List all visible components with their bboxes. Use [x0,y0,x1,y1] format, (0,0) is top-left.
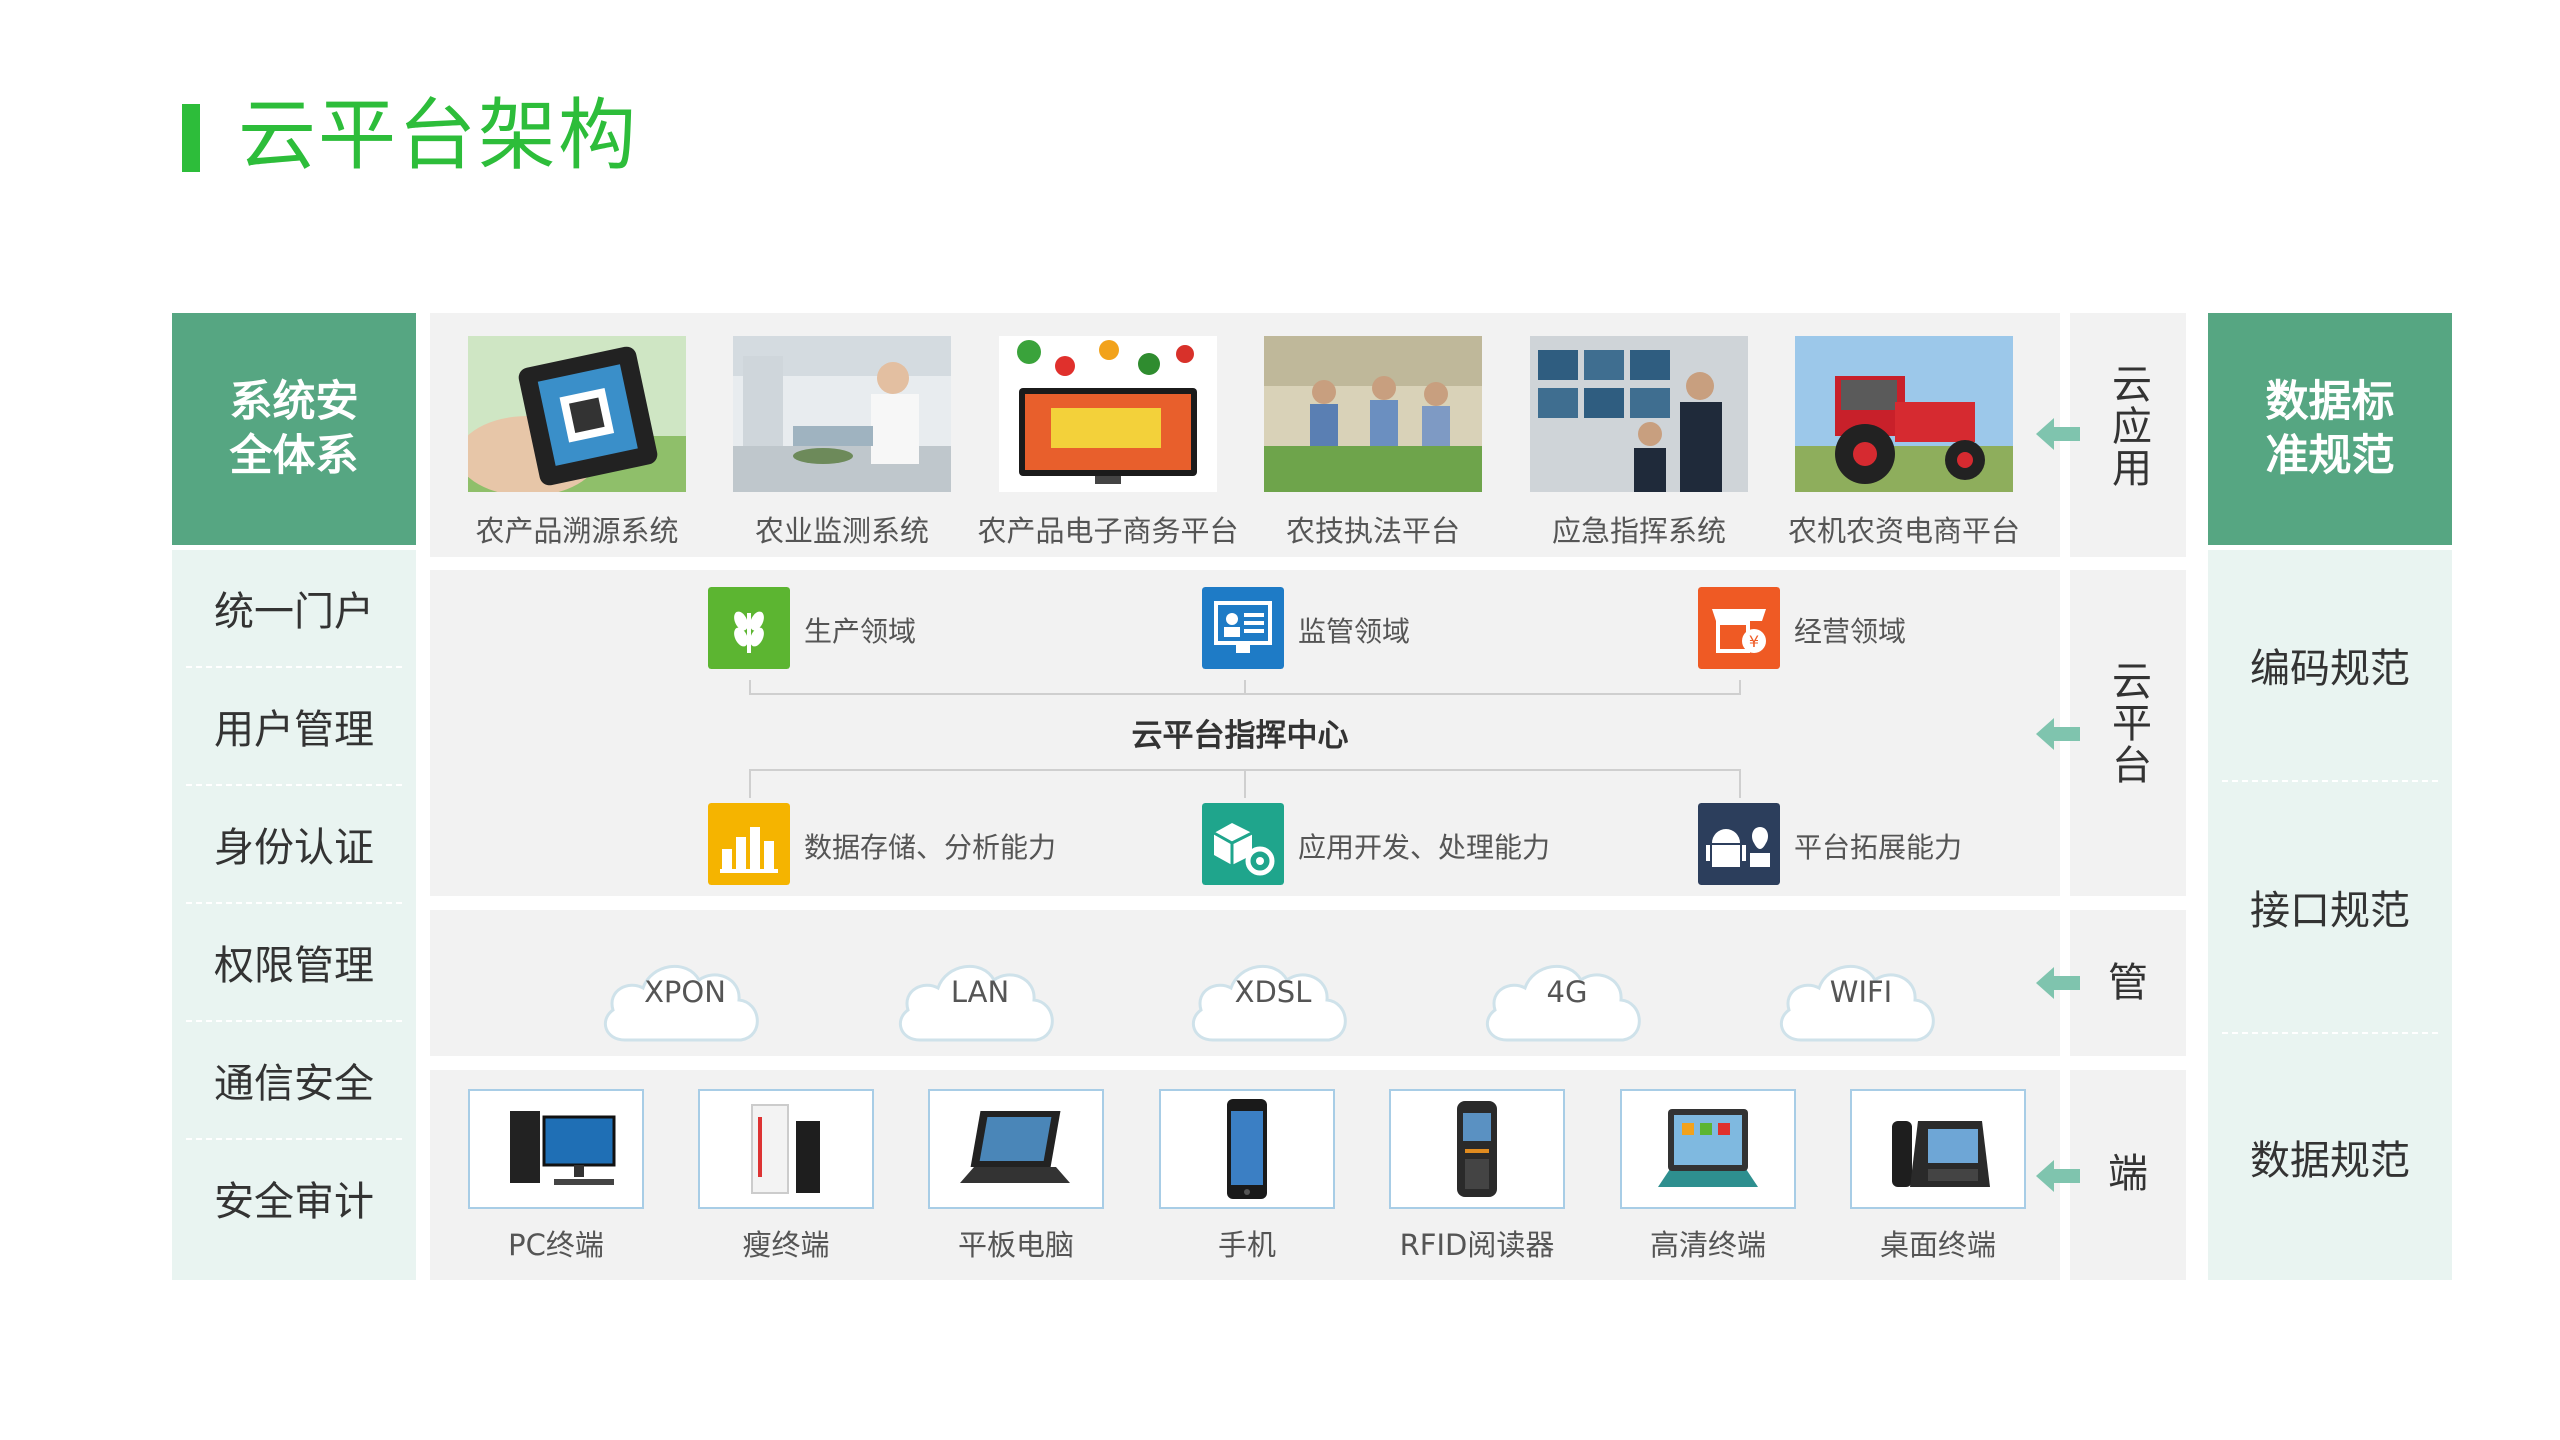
pf-label-app-development: 应用开发、处理能力 [1298,831,1551,864]
terminal-layer-box: 端 [2070,1070,2186,1280]
security-item-auth: 身份认证 [214,825,374,871]
layer-label-pipe: 管 [2108,960,2148,1006]
tablet-keyboard-icon [960,1111,1070,1183]
arrow-left-icon [2036,967,2080,999]
smartphone-icon [1227,1099,1267,1199]
lab-photo [733,336,951,492]
app-label-monitoring: 农业监测系统 [754,514,929,548]
arrow-left-icon [2036,1160,2080,1192]
device-tablet [928,1089,1104,1209]
layer-label-platform-text: 云平台 [2105,660,2151,786]
security-header: 系统安 全体系 [172,313,416,545]
layer-label-app: 云应用 [2070,363,2186,500]
app-label-machinery-ecommerce: 农机农资电商平台 [1787,514,2020,548]
desk-phone-icon [1892,1121,1990,1187]
pf-label-supervision: 监管领域 [1298,615,1411,648]
cloud-app-layer-box: 云应用 [2070,313,2186,557]
device-hd-terminal [1620,1089,1796,1209]
cube-gear-icon [1202,803,1284,885]
device-label-thin-client: 瘦终端 [742,1228,830,1262]
standards-header-line-1: 数据标 [2265,377,2395,427]
network-label-lan: LAN [950,975,1010,1009]
control-room-photo [1530,336,1748,492]
standard-item-data: 数据规范 [2250,1138,2410,1184]
bar-chart-icon [708,803,790,885]
network-layer-box: 管 [2070,910,2186,1056]
security-item-audit: 安全审计 [214,1179,374,1225]
security-item-user-mgmt: 用户管理 [214,707,374,753]
standard-item-interface: 接口规范 [2250,888,2410,934]
pf-label-production: 生产领域 [804,615,917,648]
layer-label-platform: 云平台 [2070,660,2186,797]
device-desk-terminal [1850,1089,2026,1209]
layer-label-terminal: 端 [2108,1151,2148,1197]
arrow-left-icon [2036,418,2080,450]
wheat-icon [708,587,790,669]
standards-header-line-2: 准规范 [2265,431,2395,481]
thin-client-icon [751,1104,820,1194]
standards-header: 数据标 准规范 [2208,313,2452,545]
app-label-traceability: 农产品溯源系统 [475,514,679,548]
desktop-pc-icon [510,1111,616,1185]
market-inspection-photo [1264,336,1482,492]
layer-label-app-text: 云应用 [2105,363,2151,489]
device-label-hd-terminal: 高清终端 [1649,1228,1766,1262]
title-accent-bar [182,104,200,172]
app-label-emergency: 应急指挥系统 [1551,514,1726,548]
network-label-4g: 4G [1546,975,1588,1009]
android-apple-icon [1698,803,1780,885]
device-phone [1159,1089,1335,1209]
rfid-reader-icon [1457,1101,1497,1197]
standards-items-column: 编码规范 接口规范 数据规范 [2208,550,2452,1280]
device-label-desk-terminal: 桌面终端 [1879,1228,1996,1262]
page-title: 云平台架构 [238,91,639,181]
shop-icon: ¥ [1698,587,1780,669]
standard-item-encoding: 编码规范 [2250,646,2410,692]
pf-label-operation: 经营领域 [1794,615,1907,648]
device-label-pc: PC终端 [508,1228,604,1262]
network-label-wifi: WIFI [1829,975,1893,1009]
device-thin-client [698,1089,874,1209]
network-label-xdsl: XDSL [1234,975,1312,1009]
pf-label-data-storage: 数据存储、分析能力 [804,831,1057,864]
device-label-rfid: RFID阅读器 [1399,1228,1555,1262]
security-items-column: 统一门户 用户管理 身份认证 权限管理 通信安全 安全审计 [172,550,416,1280]
device-pc [468,1089,644,1209]
tractor-photo [1795,336,2013,492]
phone-qr-photo [468,336,686,492]
network-label-xpon: XPON [644,975,726,1009]
device-label-phone: 手机 [1217,1228,1276,1262]
svg-text:¥: ¥ [1749,632,1759,651]
security-item-comm: 通信安全 [214,1061,374,1107]
monitor-icon [1202,587,1284,669]
cloud-platform-layer-box: 云平台 [2070,570,2186,896]
security-item-portal: 统一门户 [214,589,374,635]
hd-terminal-icon [1658,1109,1758,1187]
security-item-permission: 权限管理 [214,943,374,989]
app-label-ecommerce: 农产品电子商务平台 [977,514,1239,548]
device-rfid [1389,1089,1565,1209]
platform-command-center: 云平台指挥中心 [1131,718,1349,754]
pf-label-extension: 平台拓展能力 [1794,831,1963,864]
device-label-tablet: 平板电脑 [957,1228,1074,1262]
app-label-law-enforcement: 农技执法平台 [1285,514,1460,548]
security-header-line-2: 全体系 [229,431,359,481]
security-header-line-1: 系统安 [229,377,359,427]
tv-vegetables-photo [999,336,1217,492]
